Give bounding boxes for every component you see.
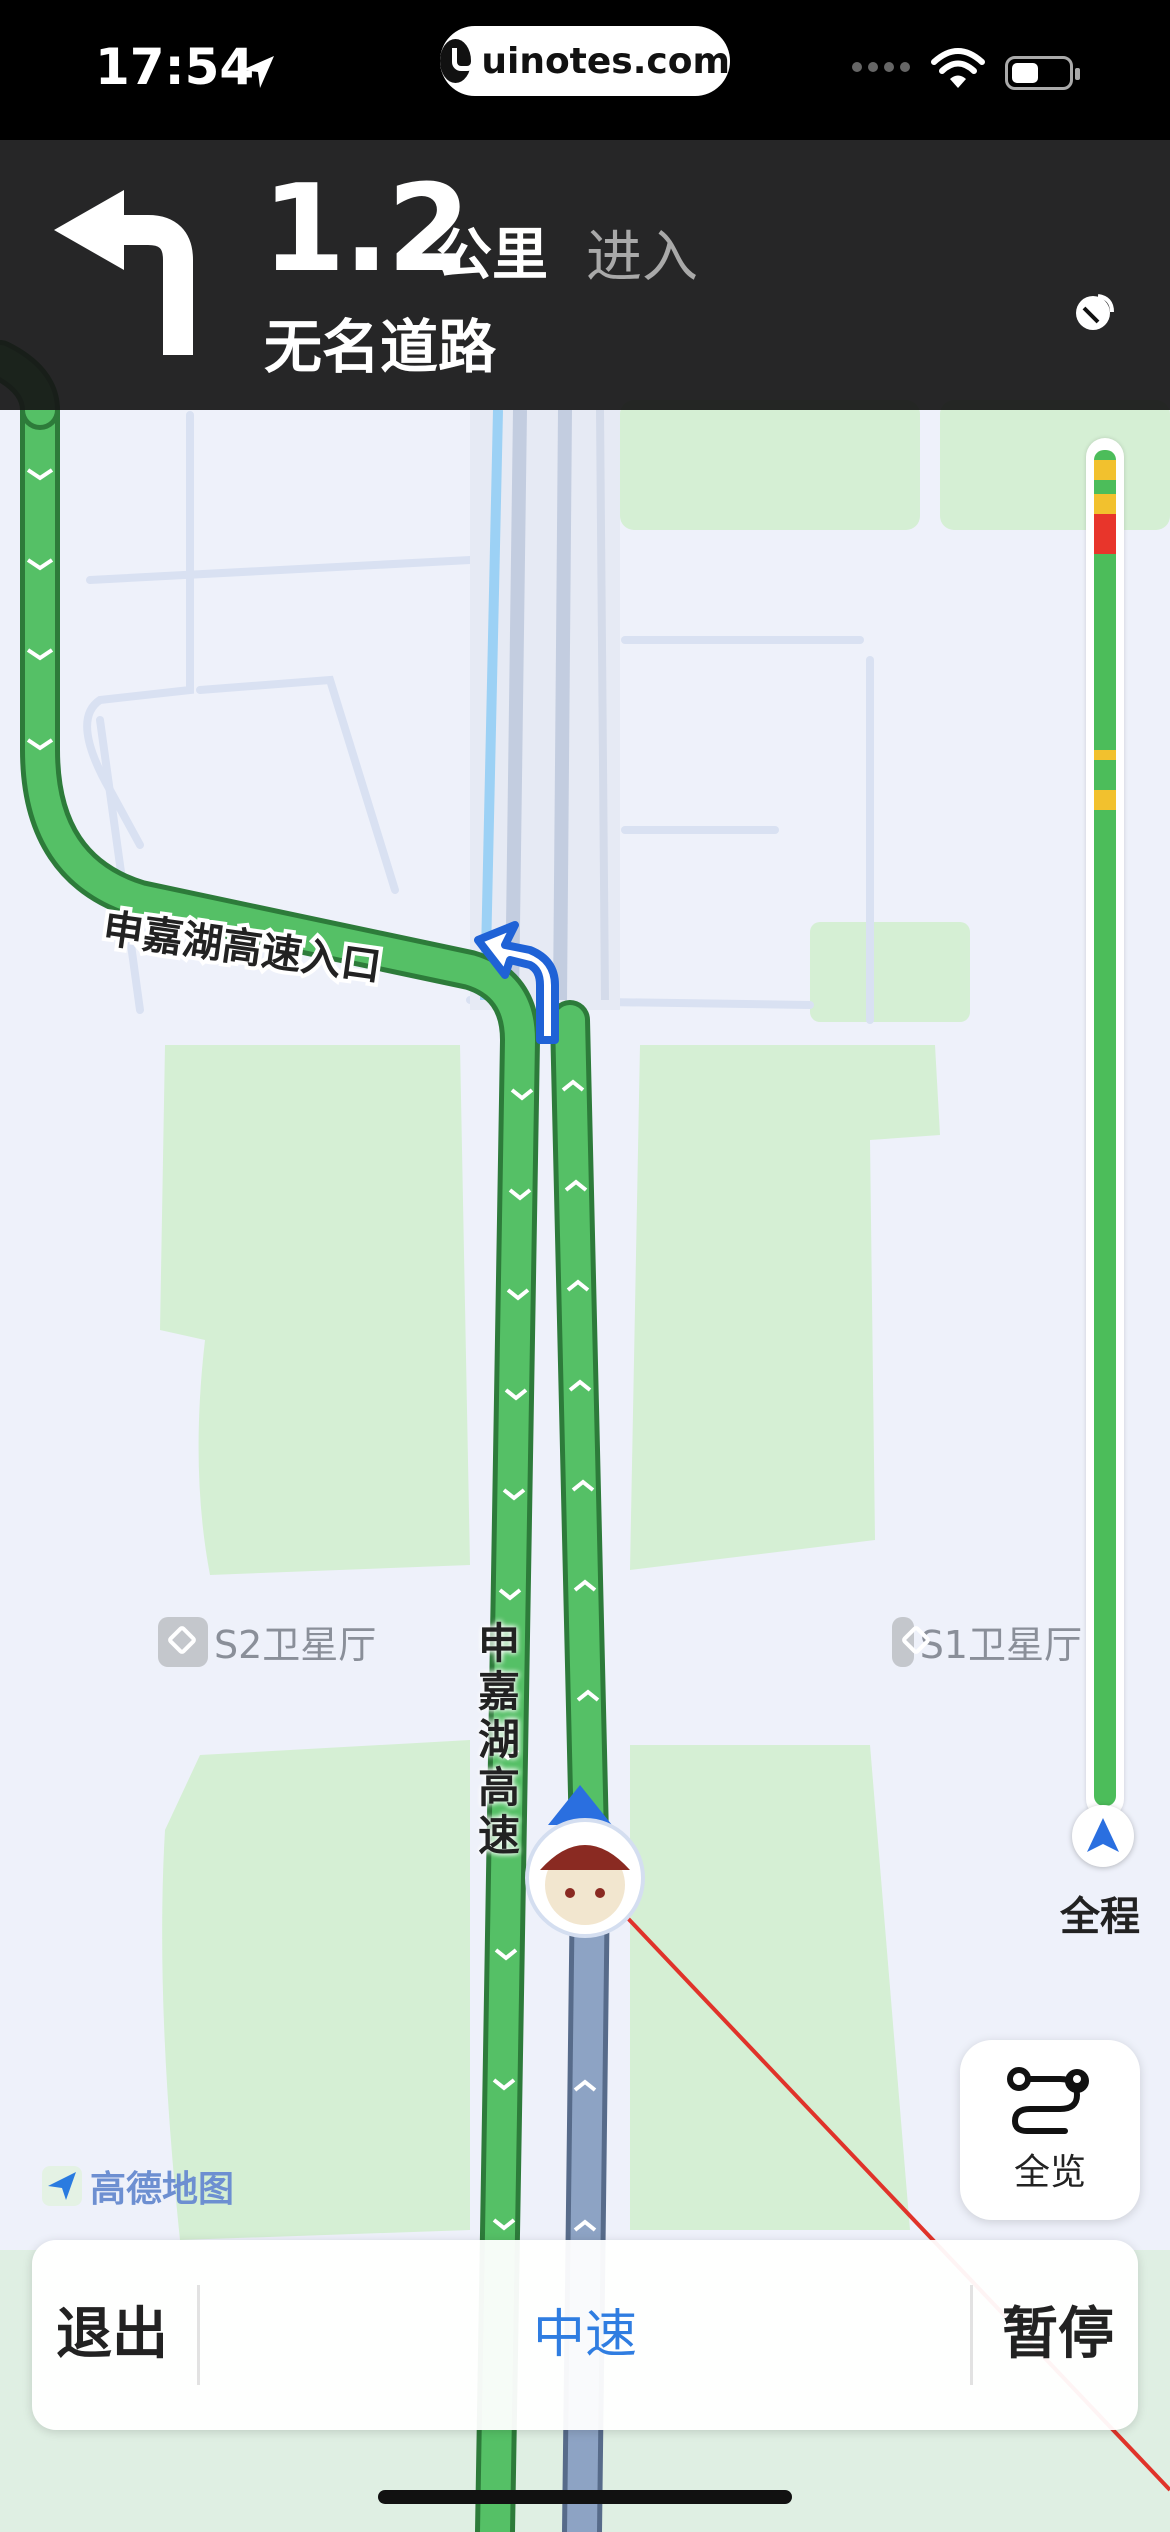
left-turn-icon [54, 190, 193, 355]
poi-label: S1卫星厅 [919, 1623, 1082, 1667]
airport-poi-icon [892, 1616, 914, 1667]
route-progress-bar [1086, 438, 1124, 1818]
navigation-instruction-panel: 1.2 公里 进入 无名道路 [0, 140, 1170, 410]
overview-button[interactable]: 全览 [960, 2040, 1140, 2220]
exit-button[interactable]: 退出 [56, 2240, 168, 2430]
next-road-name: 无名道路 [264, 313, 497, 381]
traffic-slow-segment [1094, 790, 1116, 810]
brand-logo: 高德地图 [40, 2160, 234, 2212]
cellular-signal-icon [852, 62, 910, 72]
traffic-slow-segment [1094, 750, 1116, 760]
route-overview-icon [1007, 2067, 1089, 2134]
vehicle-marker-icon [525, 1785, 645, 1938]
traffic-slow-segment [1094, 460, 1116, 480]
gps-signal-icon[interactable] [1068, 288, 1118, 338]
route-label-highway: 申嘉湖高速 [478, 1619, 521, 1860]
status-time: 17:54 [95, 38, 255, 96]
navigation-bottom-bar: 中速 退出 暂停 [32, 2240, 1138, 2430]
divider [197, 2285, 200, 2385]
traffic-slow-segment [1094, 494, 1116, 514]
url-watermark: uinotes.com [440, 26, 730, 96]
location-arrow-icon [242, 56, 274, 88]
airport-poi-icon [158, 1616, 208, 1667]
overview-label: 全览 [1013, 2152, 1086, 2193]
full-trip-label: 全程 [1060, 1894, 1140, 1940]
divider [970, 2285, 973, 2385]
navigation-arrow-icon [1087, 1818, 1119, 1852]
url-text: uinotes.com [481, 40, 730, 82]
maneuver-action: 进入 [586, 225, 698, 290]
status-bar: 17:54 uinotes.com [0, 0, 1170, 140]
poi-s1-satellite-hall[interactable]: S1卫星厅 [892, 1614, 1082, 1669]
amap-logo-icon [42, 2166, 82, 2206]
poi-s2-satellite-hall[interactable]: S2卫星厅 [158, 1614, 376, 1669]
poi-label: S2卫星厅 [214, 1623, 377, 1667]
distance-unit: 公里 [436, 223, 548, 288]
current-position-marker [1072, 1805, 1134, 1867]
brand-name: 高德地图 [90, 2169, 235, 2210]
battery-icon [1005, 56, 1080, 90]
pause-button[interactable]: 暂停 [1002, 2240, 1114, 2430]
traffic-jam-segment [1094, 514, 1116, 554]
uinotes-logo-icon [440, 39, 477, 83]
wifi-icon [931, 48, 985, 88]
home-indicator[interactable] [378, 2490, 792, 2504]
